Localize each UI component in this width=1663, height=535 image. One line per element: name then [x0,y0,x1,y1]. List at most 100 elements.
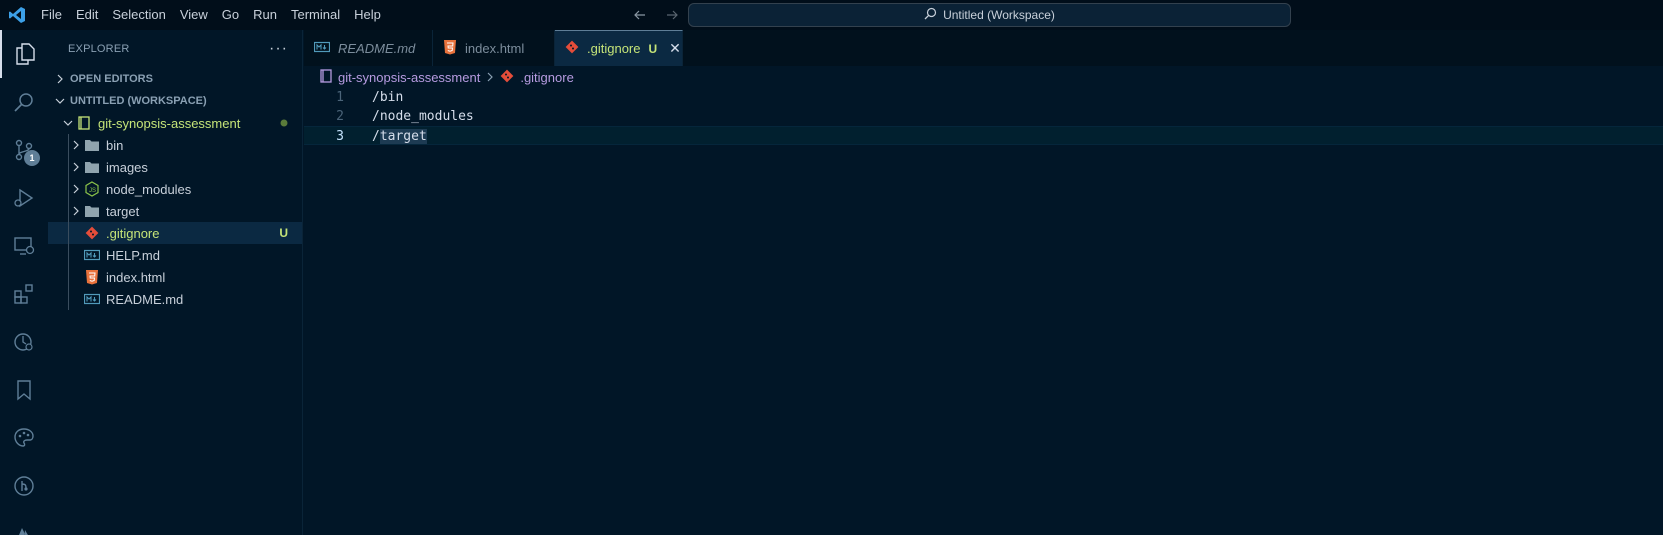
source-control-icon[interactable]: 1 [0,126,48,174]
html5-icon [84,269,100,285]
line-text: /target [372,127,427,146]
command-center-label: Untitled (Workspace) [943,8,1055,22]
line-number: 3 [336,129,344,144]
tab-label: index.html [465,40,525,56]
chevron-right-icon [486,70,494,85]
indent-guide [68,134,69,310]
markdown-icon [84,247,100,263]
search-icon[interactable] [0,78,48,126]
menu-selection[interactable]: Selection [105,0,172,30]
run-debug-icon[interactable] [0,174,48,222]
menu-view[interactable]: View [173,0,215,30]
folder-icon [84,203,100,219]
chevron-right-icon [68,156,84,178]
tree-item-images[interactable]: images [48,156,302,178]
tab-readme-md[interactable]: README.md [304,30,433,66]
close-icon[interactable]: ✕ [669,40,681,57]
chevron-right-icon [68,178,84,200]
tree-item-label: README.md [106,291,184,307]
chevron-right-icon [68,134,84,156]
more-actions-icon[interactable]: ··· [269,40,288,58]
markdown-icon [84,291,100,307]
current-code-line: 3 /target [304,126,1663,145]
bookmark-icon[interactable] [0,366,48,414]
editor-tabs: README.md index.html .gitignore U ✕ [304,30,1663,66]
line-number: 2 [336,109,344,124]
command-center-search[interactable]: Untitled (Workspace) [688,3,1291,27]
chevron-down-icon [52,96,68,106]
tree-root-folder[interactable]: git-synopsis-assessment [48,112,302,134]
menu-bar: File Edit Selection View Go Run Terminal… [34,0,388,30]
tab-label: README.md [338,40,416,56]
tab-label: .gitignore [587,41,641,56]
tab-index-html[interactable]: index.html [433,30,555,66]
title-bar: File Edit Selection View Go Run Terminal… [0,0,1663,30]
code-editor[interactable]: 1 /bin 2 /node_modules 3 /target [304,88,1663,535]
tree-item-label: images [106,159,148,175]
line-number: 1 [336,90,344,105]
tree-item-label: node_modules [106,181,192,197]
tree-item-label: HELP.md [106,247,160,263]
menu-edit[interactable]: Edit [69,0,105,30]
repo-icon [320,68,332,86]
explorer-sidebar: EXPLORER ··· OPEN EDITORS UNTITLED (WORK… [48,30,303,535]
menu-go[interactable]: Go [215,0,246,30]
git-graph-icon[interactable] [0,462,48,510]
svg-text:JS: JS [89,188,96,194]
tree-item-label: bin [106,137,124,153]
explorer-title: EXPLORER [68,43,130,55]
palette-icon[interactable] [0,414,48,462]
tree-item-bin[interactable]: bin [48,134,302,156]
repo-icon [76,115,92,131]
open-editors-section[interactable]: OPEN EDITORS [48,68,302,90]
root-folder-label: git-synopsis-assessment [98,115,241,131]
back-arrow-icon[interactable] [628,4,652,26]
tree-item-label: .gitignore [106,225,160,241]
tree-item-gitignore[interactable]: .gitignore U [48,222,302,244]
navigation-arrows [628,0,684,30]
line-text: /node_modules [372,109,474,124]
tree-item-readme-md[interactable]: README.md [48,288,302,310]
breadcrumb: git-synopsis-assessment .gitignore [304,66,1663,88]
chevron-right-icon [68,200,84,222]
remote-explorer-icon[interactable] [0,222,48,270]
folder-icon [84,159,100,175]
open-editors-label: OPEN EDITORS [70,73,153,85]
code-line: 2 /node_modules [304,107,1663,126]
code-line: 1 /bin [304,88,1663,107]
tree-item-help-md[interactable]: HELP.md [48,244,302,266]
explorer-icon[interactable] [0,30,48,78]
tab-status-badge: U [648,41,658,56]
activity-bar: 1 [0,30,48,535]
extensions-icon[interactable] [0,270,48,318]
chevron-down-icon [60,112,76,134]
source-control-badge: 1 [24,150,40,166]
workspace-section[interactable]: UNTITLED (WORKSPACE) [48,90,302,112]
forward-arrow-icon[interactable] [660,4,684,26]
nodejs-folder-icon: JS [84,181,100,197]
folder-icon [84,137,100,153]
menu-terminal[interactable]: Terminal [284,0,347,30]
modified-dot-icon [280,116,288,130]
tree-item-node-modules[interactable]: JS node_modules [48,178,302,200]
selection-highlight: target [379,129,427,144]
breadcrumb-folder[interactable]: git-synopsis-assessment [338,70,480,85]
menu-file[interactable]: File [34,0,69,30]
vscode-logo-icon [0,0,34,30]
menu-run[interactable]: Run [246,0,284,30]
breadcrumb-file[interactable]: .gitignore [520,70,573,85]
menu-help[interactable]: Help [347,0,388,30]
workspace-label: UNTITLED (WORKSPACE) [70,95,207,107]
line-text: /bin [372,90,404,105]
git-file-icon [84,225,100,241]
timeline-icon[interactable] [0,318,48,366]
markdown-icon [313,41,331,56]
search-icon [924,7,937,23]
tree-item-index-html[interactable]: index.html [48,266,302,288]
explorer-header: EXPLORER ··· [48,30,302,68]
chevron-right-icon [52,74,68,84]
tree-item-target[interactable]: target [48,200,302,222]
azure-icon[interactable] [0,510,48,535]
tab-gitignore[interactable]: .gitignore U ✕ [555,30,683,66]
git-file-icon [565,40,579,57]
